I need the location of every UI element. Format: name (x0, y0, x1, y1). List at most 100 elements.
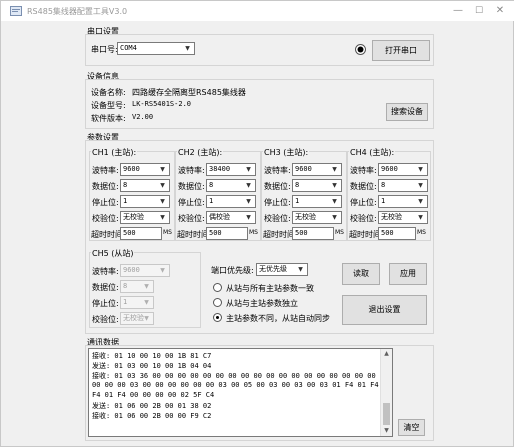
ch4-stop-value: 1 (381, 197, 386, 205)
ch2-data-value: 8 (209, 181, 214, 189)
ch2-parity-select[interactable]: 偶校验 ▼ (206, 211, 256, 224)
apply-button[interactable]: 应用 (389, 263, 427, 285)
ch1-ms-label: MS (163, 229, 172, 236)
app-icon (10, 6, 22, 16)
ch3-title: CH3 (主站): (263, 147, 310, 158)
chevron-down-icon: ▼ (246, 182, 251, 189)
scroll-down-icon[interactable]: ▼ (381, 426, 392, 436)
chevron-down-icon: ▼ (246, 166, 251, 173)
ch1-timeout-input[interactable]: 500 (120, 227, 162, 240)
ch2-parity-value: 偶校验 (209, 213, 230, 221)
comm-log[interactable]: 接收: 01 10 00 10 00 1B 81 C7 发送: 01 03 00… (88, 348, 393, 437)
ch4-baud-value: 9600 (381, 165, 398, 173)
chevron-down-icon: ▼ (160, 214, 165, 221)
ch2-baud-value: 38400 (209, 165, 231, 173)
ch1-data-label: 数据位: (92, 182, 119, 191)
ch3-baud-select[interactable]: 9600 ▼ (292, 163, 342, 176)
ch5-stop-value: 1 (123, 298, 128, 306)
log-line: 接收: 01 10 00 10 00 1B 81 C7 (92, 352, 212, 360)
ch2-timeout-input[interactable]: 500 (206, 227, 248, 240)
ch5-stop-label: 停止位: (92, 299, 119, 308)
minimize-button[interactable]: — (448, 4, 468, 18)
device-name-label: 设备名称: (91, 88, 126, 97)
chevron-down-icon: ▼ (185, 45, 190, 52)
priority-value: 无优先级 (259, 265, 287, 273)
ch3-parity-label: 校验位: (264, 214, 291, 223)
port-value: COM4 (120, 44, 137, 52)
ch2-baud-label: 波特率: (178, 166, 205, 175)
ch4-ms-label: MS (417, 229, 426, 236)
chevron-down-icon: ▼ (144, 315, 149, 322)
ch3-timeout-input[interactable]: 500 (292, 227, 334, 240)
ch1-data-select[interactable]: 8 ▼ (120, 179, 170, 192)
ch2-baud-select[interactable]: 38400 ▼ (206, 163, 256, 176)
radio-sync-all-label[interactable]: 从站与所有主站参数一致 (226, 283, 314, 294)
ch4-baud-select[interactable]: 9600 ▼ (378, 163, 428, 176)
chevron-down-icon: ▼ (144, 299, 149, 306)
ch2-data-select[interactable]: 8 ▼ (206, 179, 256, 192)
open-port-button[interactable]: 打开串口 (372, 40, 430, 61)
radio-independent[interactable] (213, 298, 222, 307)
log-line: 发送: 01 06 00 2B 00 01 38 02 (92, 402, 212, 410)
ch2-data-label: 数据位: (178, 182, 205, 191)
ch4-title: CH4 (主站): (349, 147, 396, 158)
ch5-parity-select[interactable]: 无校验 ▼ (120, 312, 154, 325)
ch5-stop-select[interactable]: 1 ▼ (120, 296, 154, 309)
ch2-stop-value: 1 (209, 197, 214, 205)
ch1-title: CH1 (主站): (91, 147, 138, 158)
clear-button[interactable]: 清空 (398, 419, 425, 436)
exit-settings-button[interactable]: 退出设置 (342, 295, 427, 325)
scroll-up-icon[interactable]: ▲ (381, 349, 392, 359)
chevron-down-icon: ▼ (160, 166, 165, 173)
ch3-parity-select[interactable]: 无校验 ▼ (292, 211, 342, 224)
ch2-title: CH2 (主站): (177, 147, 224, 158)
chevron-down-icon: ▼ (144, 283, 149, 290)
maximize-button[interactable]: ☐ (469, 4, 489, 18)
radio-independent-label[interactable]: 从站与主站参数独立 (226, 298, 298, 309)
ch4-parity-value: 无校验 (381, 213, 402, 221)
ch4-data-select[interactable]: 8 ▼ (378, 179, 428, 192)
log-line: 接收: 01 06 00 2B 00 00 F9 C2 (92, 412, 212, 420)
ch4-parity-select[interactable]: 无校验 ▼ (378, 211, 428, 224)
close-button[interactable]: ✕ (490, 4, 510, 18)
ch1-baud-select[interactable]: 9600 ▼ (120, 163, 170, 176)
ch1-stop-select[interactable]: 1 ▼ (120, 195, 170, 208)
log-scrollbar[interactable]: ▲ ▼ (380, 349, 392, 436)
ch3-ms-label: MS (335, 229, 344, 236)
ch4-stop-select[interactable]: 1 ▼ (378, 195, 428, 208)
main-window: RS485集线器配置工具V3.0 — ☐ ✕ 串口设置 串口号: COM4 ▼ … (0, 0, 514, 447)
version-value: V2.00 (132, 113, 154, 121)
port-select[interactable]: COM4 ▼ (117, 42, 195, 55)
ch2-stop-select[interactable]: 1 ▼ (206, 195, 256, 208)
log-line: 发送: 01 03 00 10 00 1B 04 04 (92, 362, 212, 370)
scroll-thumb[interactable] (383, 403, 390, 425)
radio-auto-sync[interactable] (213, 313, 222, 322)
priority-select[interactable]: 无优先级 ▼ (256, 263, 308, 276)
search-device-button[interactable]: 搜索设备 (386, 103, 428, 121)
radio-auto-sync-label[interactable]: 主站参数不同，从站自动同步 (226, 313, 330, 324)
log-line: 00 00 00 03 00 00 00 00 00 00 03 00 05 0… (92, 381, 393, 389)
chevron-down-icon: ▼ (332, 166, 337, 173)
priority-label: 端口优先级: (211, 266, 254, 275)
ch4-data-value: 8 (381, 181, 386, 189)
ch4-data-label: 数据位: (350, 182, 377, 191)
ch5-data-label: 数据位: (92, 283, 119, 292)
chevron-down-icon: ▼ (246, 214, 251, 221)
ch1-baud-label: 波特率: (92, 166, 119, 175)
chevron-down-icon: ▼ (160, 198, 165, 205)
ch3-stop-value: 1 (295, 197, 300, 205)
ch2-parity-label: 校验位: (178, 214, 205, 223)
port-label: 串口号: (91, 45, 118, 54)
ch3-baud-value: 9600 (295, 165, 312, 173)
ch1-parity-select[interactable]: 无校验 ▼ (120, 211, 170, 224)
ch5-data-select[interactable]: 8 ▼ (120, 280, 154, 293)
chevron-down-icon: ▼ (298, 266, 303, 273)
read-button[interactable]: 读取 (342, 263, 380, 285)
ch3-data-select[interactable]: 8 ▼ (292, 179, 342, 192)
radio-sync-all[interactable] (213, 283, 222, 292)
ch5-baud-select[interactable]: 9600 ▼ (120, 264, 170, 277)
ch3-baud-label: 波特率: (264, 166, 291, 175)
ch1-data-value: 8 (123, 181, 128, 189)
ch3-stop-select[interactable]: 1 ▼ (292, 195, 342, 208)
ch4-timeout-input[interactable]: 500 (378, 227, 416, 240)
